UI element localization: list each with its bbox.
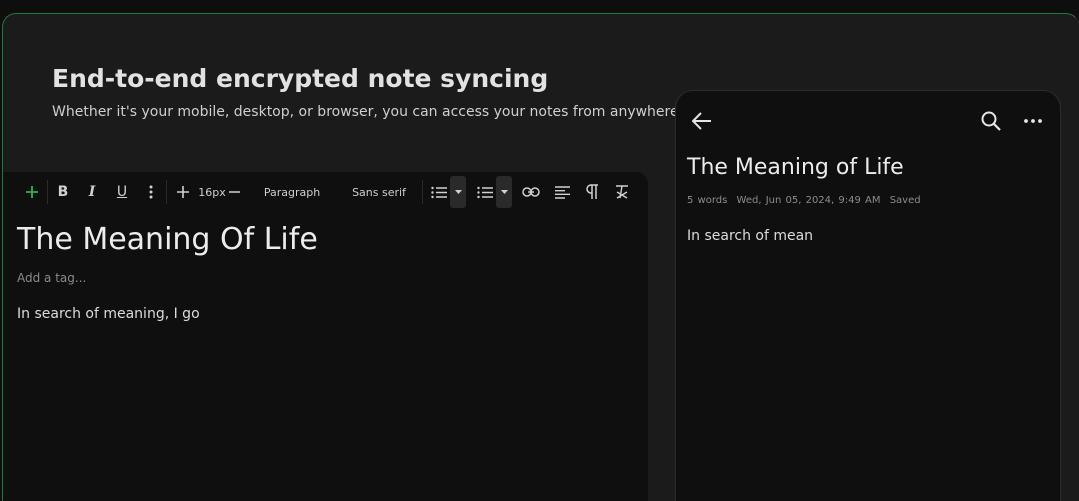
feature-card: End-to-end encrypted note syncing Whethe… [2,13,1079,501]
horizontal-dots-icon[interactable] [1020,109,1046,133]
more-options-icon[interactable] [143,181,159,203]
editor-toolbar: B I U 16px Paragraph Sans serif [3,172,648,212]
block-type-select[interactable]: Paragraph [261,181,323,203]
link-icon[interactable] [520,181,542,203]
arrow-left-icon[interactable] [688,109,716,133]
underline-button[interactable]: U [112,181,132,203]
italic-button[interactable]: I [82,181,102,203]
pilcrow-icon[interactable] [582,181,602,203]
align-left-icon[interactable] [552,181,572,203]
ordered-list-dropdown-icon[interactable] [450,176,466,208]
toolbar-divider [422,180,423,204]
mobile-note-title: The Meaning of Life [687,155,904,180]
increase-font-size-icon[interactable] [173,181,193,203]
font-family-select[interactable]: Sans serif [348,181,410,203]
search-icon[interactable] [978,109,1004,133]
mobile-preview: The Meaning of Life 5 words Wed, Jun 05,… [675,90,1061,501]
toolbar-divider [47,180,48,204]
clear-format-icon[interactable] [612,181,632,203]
save-status: Saved [889,195,921,206]
ordered-list-icon[interactable] [429,181,449,203]
font-size-value[interactable]: 16px [196,181,228,203]
bullet-list-icon[interactable] [475,181,495,203]
bold-button[interactable]: B [53,181,73,203]
note-title-input[interactable]: The Meaning Of Life [17,222,318,257]
note-body-editor[interactable]: In search of meaning, I go [17,306,200,322]
mobile-note-body[interactable]: In search of mean [687,228,813,244]
tag-input[interactable]: Add a tag... [17,271,86,285]
decrease-font-size-icon[interactable] [227,181,241,203]
note-date: Wed, Jun 05, 2024, 9:49 AM [736,195,881,206]
add-plus-icon[interactable] [21,181,43,203]
feature-title: End-to-end encrypted note syncing [52,64,549,93]
desktop-editor: B I U 16px Paragraph Sans serif The Mean… [3,172,648,501]
word-count: 5 words [687,195,728,206]
toolbar-divider [166,180,167,204]
bullet-list-dropdown-icon[interactable] [496,176,512,208]
mobile-note-meta: 5 words Wed, Jun 05, 2024, 9:49 AM Saved [687,195,926,206]
feature-subtitle: Whether it's your mobile, desktop, or br… [52,104,697,120]
